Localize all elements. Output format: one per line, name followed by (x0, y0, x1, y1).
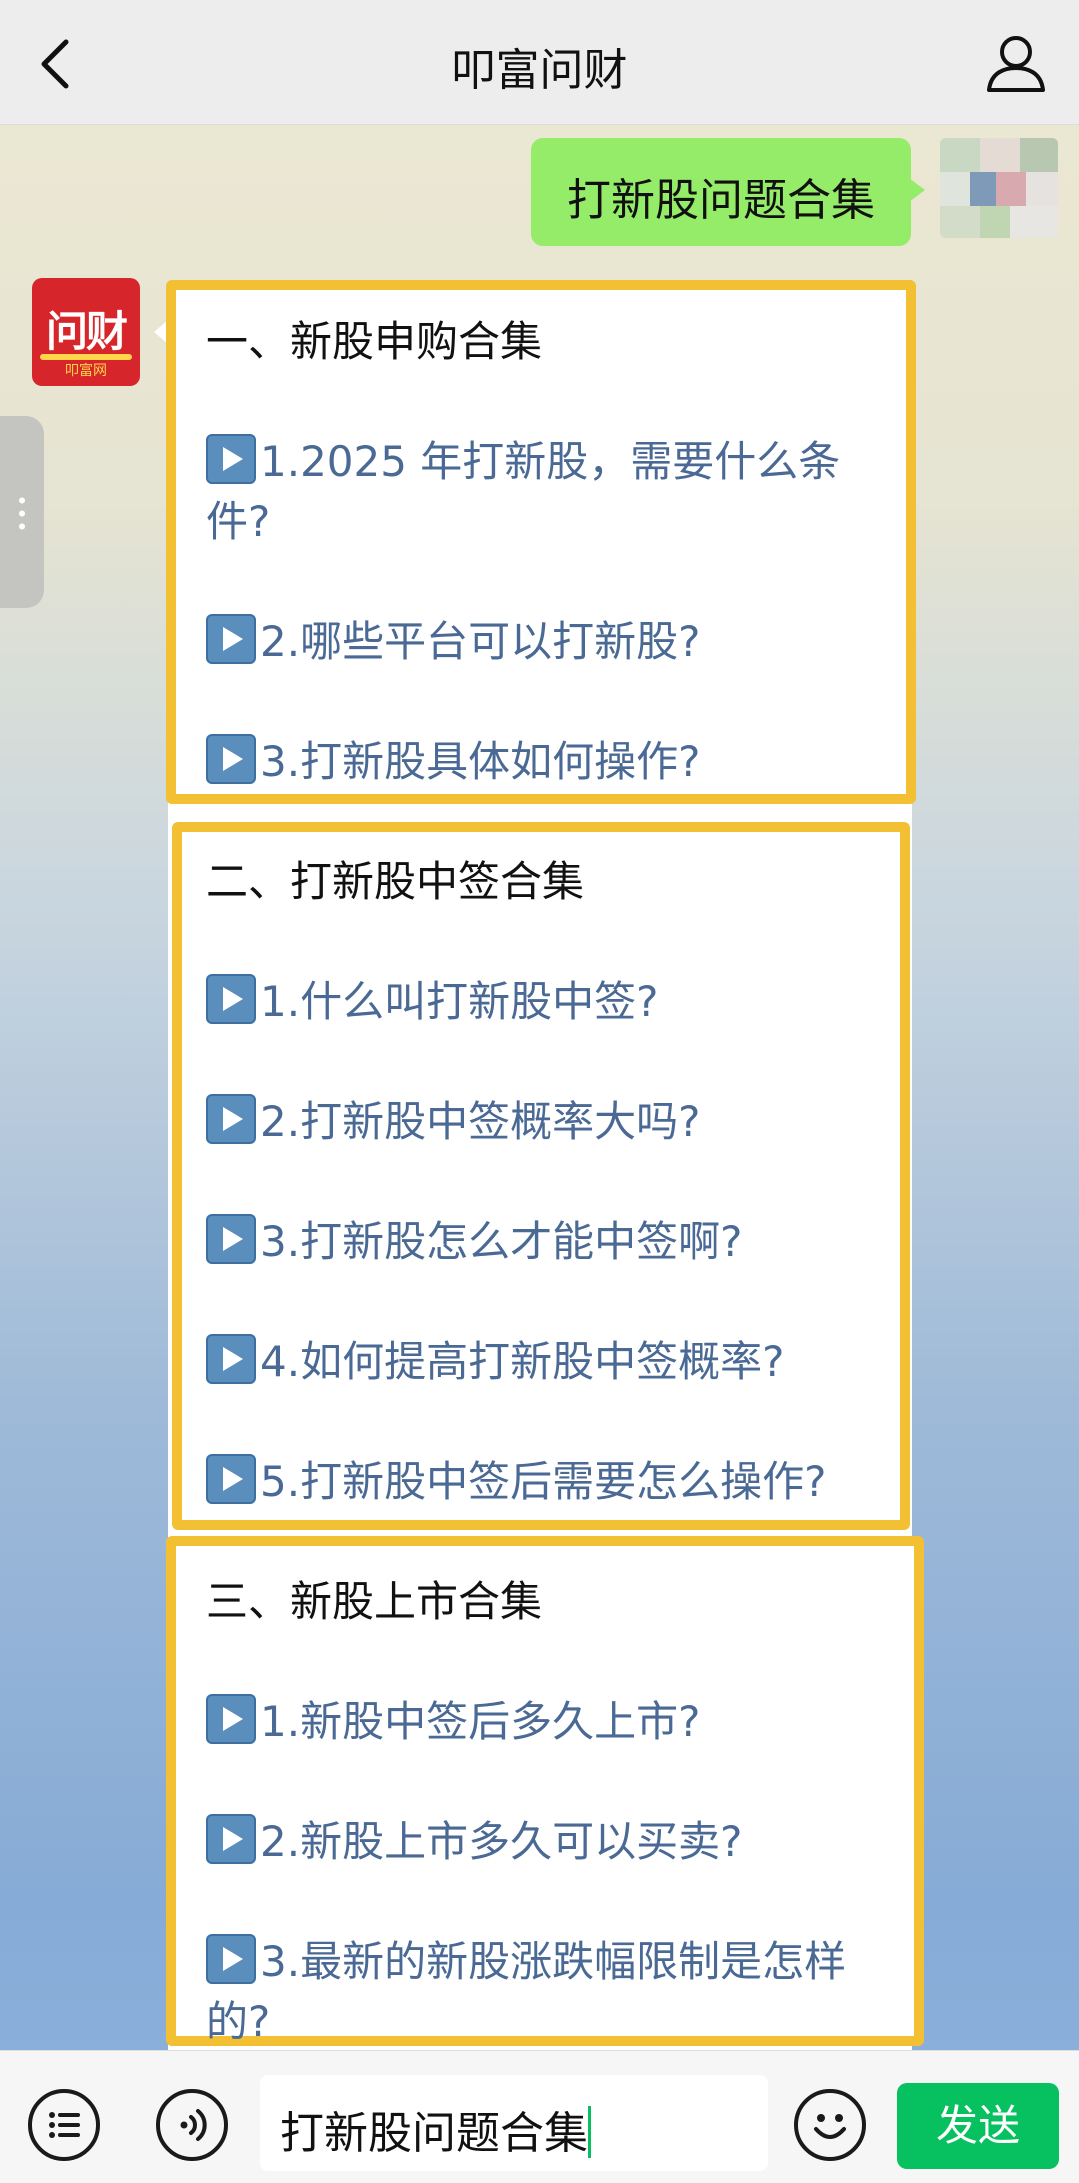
message-input[interactable]: 打新股问题合集 (260, 2075, 768, 2171)
chevron-left-icon (41, 39, 69, 89)
text-caret (588, 2106, 591, 2158)
emoji-button[interactable] (794, 2089, 866, 2161)
voice-icon (180, 2109, 207, 2141)
page-title: 叩富问财 (451, 45, 628, 96)
list-icon (49, 2112, 80, 2138)
play-icon (206, 1814, 256, 1864)
bot-avatar[interactable]: 问财 叩富网 (32, 278, 140, 386)
section-heading: 三、新股上市合集 (206, 1577, 543, 1626)
question-link[interactable]: 3.打新股怎么才能中签啊? (206, 1212, 890, 1272)
play-icon (206, 1694, 256, 1744)
input-bar: 打新股问题合集 发送 (0, 2050, 1079, 2183)
section-heading: 一、新股申购合集 (206, 317, 543, 366)
user-message-bubble[interactable]: 打新股问题合集 (531, 138, 925, 246)
more-dots-icon (19, 494, 25, 530)
back-button[interactable] (30, 28, 90, 98)
message-input-value: 打新股问题合集 (280, 2108, 588, 2159)
play-icon (206, 734, 256, 784)
play-icon (206, 434, 256, 484)
play-icon (206, 1214, 256, 1264)
play-icon (206, 1334, 256, 1384)
play-icon (206, 614, 256, 664)
person-icon (987, 36, 1045, 92)
menu-button[interactable] (28, 2089, 100, 2161)
question-link[interactable]: 2.哪些平台可以打新股? (206, 612, 886, 672)
play-icon (206, 1454, 256, 1504)
question-link[interactable]: 4.如何提高打新股中签概率? (206, 1332, 890, 1392)
emoji-icon (814, 2114, 846, 2139)
question-link[interactable]: 1.2025 年打新股，需要什么条件? (206, 432, 886, 552)
play-icon (206, 1934, 256, 1984)
bot-avatar-sub: 叩富网 (65, 363, 107, 379)
question-link[interactable]: 5.打新股中签后需要怎么操作? (206, 1452, 890, 1512)
play-icon (206, 974, 256, 1024)
play-icon (206, 1094, 256, 1144)
question-link[interactable]: 1.新股中签后多久上市? (206, 1692, 894, 1752)
section-ipo-allotment: 二、打新股中签合集 1.什么叫打新股中签? 2.打新股中签概率大吗? 3.打新股… (172, 822, 910, 1530)
bot-avatar-name: 问财 (45, 307, 128, 356)
profile-button[interactable] (981, 28, 1051, 98)
user-message-text: 打新股问题合集 (567, 175, 875, 226)
top-bar: 叩富问财 (0, 0, 1079, 125)
send-button[interactable]: 发送 (897, 2083, 1059, 2169)
section-ipo-listing: 三、新股上市合集 1.新股中签后多久上市? 2.新股上市多久可以买卖? 3.最新… (166, 1536, 924, 2046)
voice-button[interactable] (156, 2089, 228, 2161)
question-link[interactable]: 3.最新的新股涨跌幅限制是怎样的? (206, 1932, 894, 2052)
question-link[interactable]: 2.打新股中签概率大吗? (206, 1092, 890, 1152)
question-link[interactable]: 1.什么叫打新股中签? (206, 972, 890, 1032)
side-drawer-handle[interactable] (0, 416, 44, 608)
question-link[interactable]: 3.打新股具体如何操作? (206, 732, 886, 792)
section-ipo-subscription: 一、新股申购合集 1.2025 年打新股，需要什么条件? 2.哪些平台可以打新股… (166, 280, 916, 804)
question-link[interactable]: 2.新股上市多久可以买卖? (206, 1812, 894, 1872)
user-avatar[interactable] (940, 138, 1058, 238)
section-heading: 二、打新股中签合集 (206, 857, 585, 906)
